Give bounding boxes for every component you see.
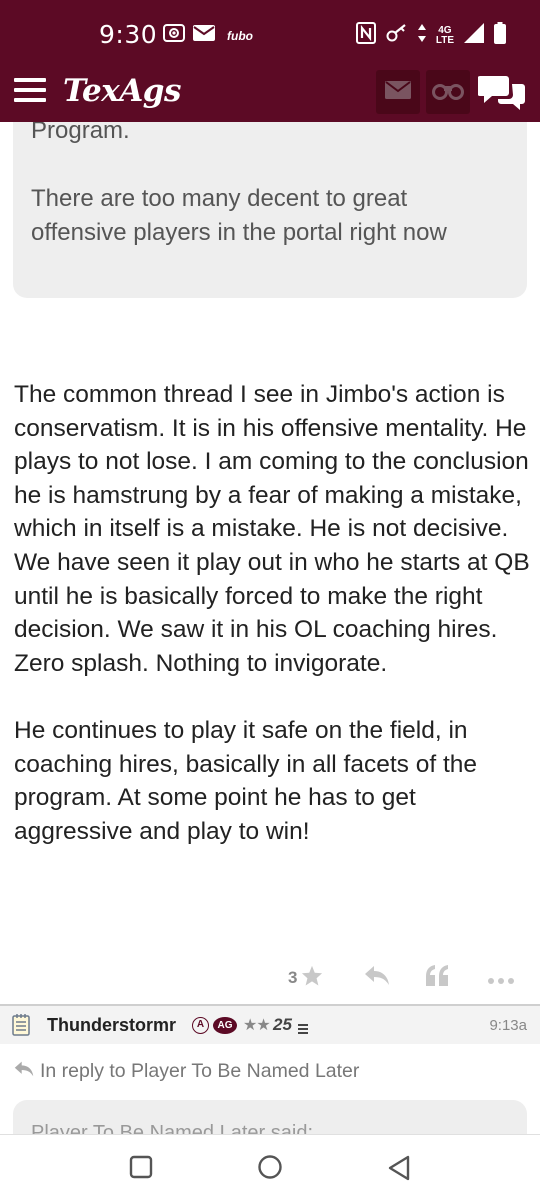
recents-icon[interactable] [129, 1155, 153, 1184]
back-icon[interactable] [387, 1155, 411, 1186]
system-nav-bar [0, 1134, 540, 1200]
star-icon [301, 965, 323, 991]
user-notes-icon[interactable] [12, 1014, 30, 1041]
reply-icon[interactable] [364, 964, 390, 991]
status-bar: 9:30 fubo 4G LTE [0, 0, 540, 66]
post-body: The common thread I see in Jimbo's actio… [14, 378, 530, 882]
battery-icon [494, 22, 506, 49]
reply-arrow-icon [14, 1060, 34, 1083]
home-icon[interactable] [257, 1154, 283, 1185]
nfc-icon [355, 22, 376, 49]
post-count-icon [298, 1021, 308, 1039]
email-notification-icon [193, 25, 215, 46]
post-count: 25 [273, 1015, 292, 1034]
star-count: 3 [288, 968, 298, 987]
post-actions: 3 [0, 960, 540, 992]
app-header: TexAgs [0, 66, 540, 122]
next-quote-text: Player To Be Named Later said: [31, 1122, 314, 1134]
status-right-icons: 4G LTE [355, 22, 506, 49]
badge-ag: AG [213, 1017, 237, 1034]
next-quote-box: Player To Be Named Later said: [13, 1100, 527, 1134]
chat-button[interactable] [477, 72, 528, 116]
more-icon[interactable] [487, 972, 515, 990]
thread-content[interactable]: Program. There are too many decent to gr… [0, 122, 540, 1134]
quote-icon[interactable] [425, 964, 449, 991]
quote-line-2: There are too many decent to great offen… [31, 185, 447, 246]
quote-box: Program. There are too many decent to gr… [13, 122, 527, 298]
star-button[interactable]: 3 [288, 965, 323, 991]
mail-icon [385, 80, 411, 104]
in-reply-to-text: In reply to Player To Be Named Later [40, 1060, 360, 1082]
key-icon [386, 23, 408, 48]
reply-post-header: Thunderstormr A AG ★★ 25 9:13a [0, 1006, 540, 1044]
post-paragraph-2: He continues to play it safe on the fiel… [14, 716, 478, 845]
fubo-notification-label: fubo [227, 28, 253, 43]
chat-icon [477, 76, 526, 116]
data-arrows-icon [417, 24, 426, 47]
quote-line-1: Program. [31, 122, 130, 144]
binoculars-button[interactable] [426, 70, 470, 114]
mail-button[interactable] [376, 70, 420, 114]
reply-username[interactable]: Thunderstormr [47, 1015, 176, 1036]
binoculars-icon [432, 80, 464, 105]
texags-logo[interactable]: TexAgs [63, 73, 181, 109]
menu-icon[interactable] [14, 78, 46, 102]
status-left-icons: fubo [163, 24, 253, 47]
network-sub-label: LTE [435, 34, 454, 46]
status-time: 9:30 [99, 20, 158, 49]
quote-text: Program. There are too many decent to gr… [31, 122, 509, 250]
screen-record-icon [163, 24, 185, 47]
reply-post-time: 9:13a [489, 1017, 527, 1034]
signal-icon [464, 23, 484, 48]
network-type: 4G LTE [435, 25, 454, 46]
post-paragraph-1: The common thread I see in Jimbo's actio… [14, 381, 530, 677]
badge-a: A [192, 1017, 209, 1034]
in-reply-to-link[interactable]: In reply to Player To Be Named Later [14, 1060, 359, 1083]
rank-stars: ★★ [243, 1017, 271, 1034]
